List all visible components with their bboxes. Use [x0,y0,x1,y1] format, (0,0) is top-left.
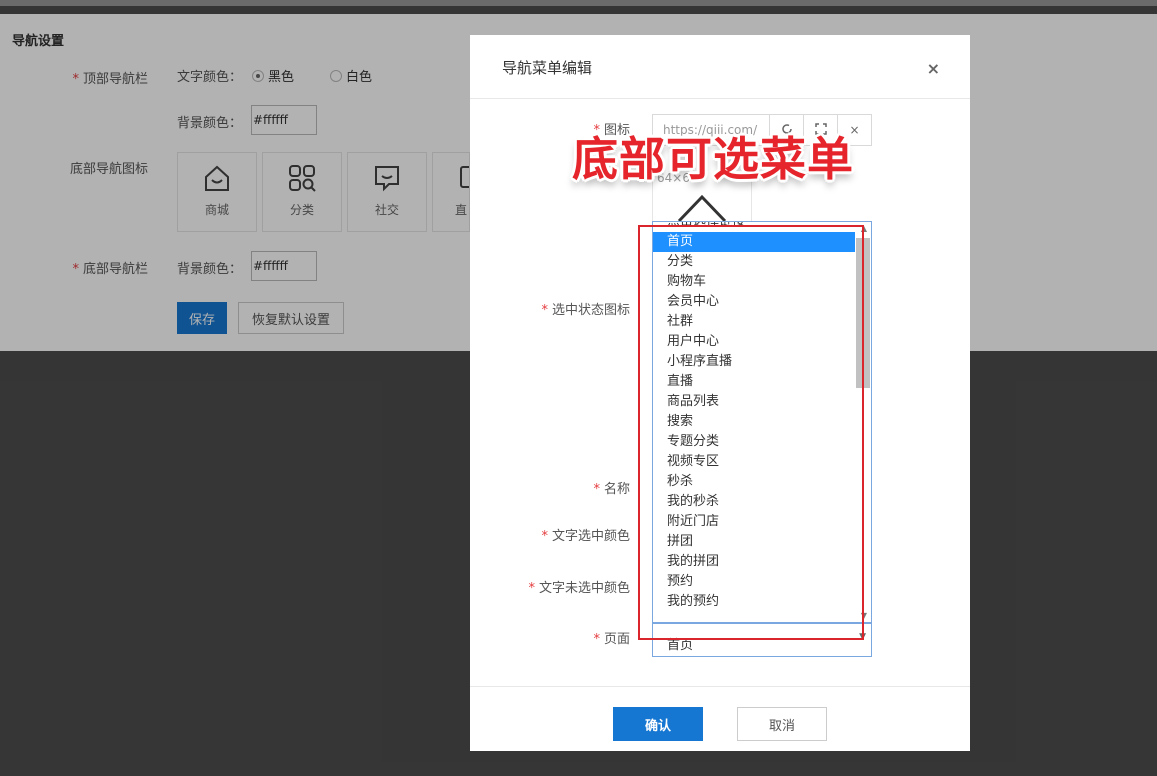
list-item[interactable]: 专题分类 [653,432,855,452]
list-item[interactable]: 购物车 [653,272,855,292]
nav-menu-edit-dialog: 导航菜单编辑 × * 图标 https://qiji.com/ × 64×64 底… [470,35,970,751]
cancel-button[interactable]: 取消 [737,707,827,741]
selected-icon-label: * 选中状态图标 [541,303,630,318]
page-select[interactable]: 首页 ▼ [652,623,872,657]
page-label: * 页面 [593,632,630,647]
list-item[interactable]: 我的预约 [653,592,855,612]
preview-home-icon [677,194,727,223]
list-item[interactable]: 小程序直播 [653,352,855,372]
dialog-footer-divider [470,686,970,687]
list-item[interactable]: 直播 [653,372,855,392]
name-label: * 名称 [593,482,630,497]
list-item[interactable]: 秒杀 [653,472,855,492]
list-item[interactable]: 社群 [653,312,855,332]
scroll-down-icon[interactable]: ▼ [861,611,867,620]
scroll-up-icon[interactable]: ▲ [861,224,867,233]
list-item[interactable]: 分类 [653,252,855,272]
list-item[interactable]: 视频专区 [653,452,855,472]
list-item[interactable]: 点击选择链接 [653,222,855,232]
annotation-text: 底部可选菜单 [572,132,854,186]
page-select-value: 首页 [667,638,694,653]
chevron-down-icon: ▼ [859,632,866,642]
list-item[interactable]: 搜索 [653,412,855,432]
page-options-list[interactable]: 点击选择链接 首页 分类 购物车 会员中心 社群 用户中心 小程序直播 直播 商品列表 搜索 专题分类… [652,221,872,623]
list-item[interactable]: 会员中心 [653,292,855,312]
list-item[interactable]: 我的拼团 [653,552,855,572]
dialog-header: 导航菜单编辑 × [470,35,970,99]
list-item[interactable]: 我的秒杀 [653,492,855,512]
close-icon[interactable]: × [927,59,940,78]
dialog-title: 导航菜单编辑 [502,59,593,77]
list-item[interactable]: 拼团 [653,532,855,552]
list-item[interactable]: 附近门店 [653,512,855,532]
scrollbar[interactable]: ▲ ▼ [855,222,871,622]
text-unselected-color-label: * 文字未选中颜色 [528,581,630,596]
text-selected-color-label: * 文字选中颜色 [541,529,630,544]
list-item[interactable]: 用户中心 [653,332,855,352]
confirm-button[interactable]: 确认 [613,707,703,741]
list-item[interactable]: 首页 [653,232,855,252]
list-item[interactable]: 商品列表 [653,392,855,412]
list-item[interactable]: 预约 [653,572,855,592]
scrollbar-thumb[interactable] [856,238,870,388]
